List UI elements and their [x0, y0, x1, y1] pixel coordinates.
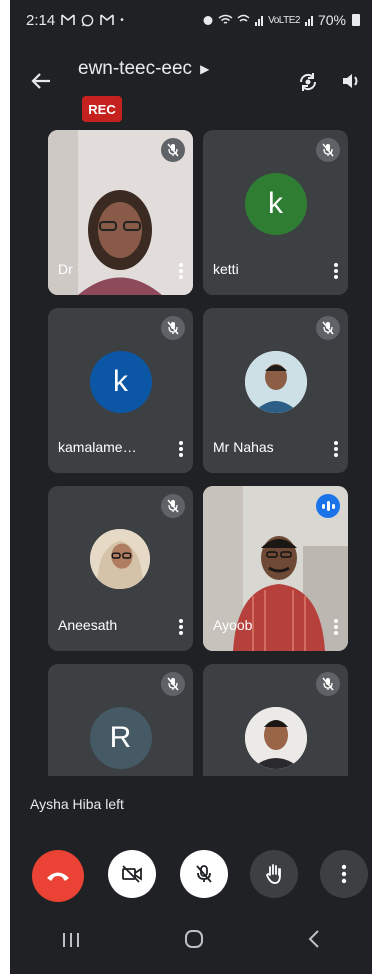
battery-percent: 70% [317, 12, 346, 28]
battery-icon [352, 14, 360, 26]
more-options-button[interactable] [320, 850, 368, 898]
participant-name: Mr Nahas [213, 439, 274, 455]
avatar [244, 350, 307, 413]
mic-off-icon [161, 672, 185, 696]
switch-camera-icon[interactable] [296, 70, 320, 94]
avatar: k [244, 172, 307, 235]
hang-up-icon [47, 872, 69, 881]
more-vert-icon[interactable] [177, 617, 185, 637]
mic-off-icon [196, 865, 212, 883]
participant-tile[interactable]: Aneesath [48, 486, 193, 651]
gmail-icon [100, 14, 115, 25]
more-vert-icon[interactable] [332, 261, 340, 281]
signal-icon [255, 16, 264, 26]
system-nav-bar [10, 910, 372, 974]
volte-label: VoLTE2 [268, 14, 300, 26]
phone-screen: 2:14 • VoLTE2 70% ewn-teec-eec ▶ REC Dr … [10, 0, 372, 974]
meeting-title[interactable]: ewn-teec-eec ▶ [78, 58, 209, 80]
gmail-icon [61, 14, 76, 25]
signal-icon [304, 16, 313, 26]
wifi-call-icon [237, 14, 250, 22]
participant-name: ketti [213, 261, 239, 277]
speaking-indicator-icon [316, 494, 340, 518]
participant-name: Ayoob [213, 617, 253, 633]
chevron-right-icon: ▶ [200, 62, 210, 76]
avatar [244, 706, 307, 769]
dot-icon: • [120, 14, 124, 26]
camera-toggle-button[interactable] [108, 850, 156, 898]
status-time: 2:14 [26, 11, 56, 29]
camera-off-icon [122, 865, 142, 883]
more-vert-icon[interactable] [177, 439, 185, 459]
participant-tile[interactable]: R [48, 664, 193, 776]
participant-tile[interactable]: Ayoob [203, 486, 348, 651]
speaker-icon[interactable] [340, 70, 364, 94]
avatar [89, 528, 150, 589]
participant-tile[interactable]: k kamalame… [48, 308, 193, 473]
whatsapp-icon [81, 14, 94, 26]
meeting-header: ewn-teec-eec ▶ REC [10, 40, 372, 130]
system-back-button[interactable] [307, 929, 321, 955]
home-button[interactable] [184, 929, 204, 955]
meeting-code: ewn-teec-eec [78, 58, 193, 79]
raise-hand-button[interactable] [250, 850, 298, 898]
recording-badge: REC [82, 96, 122, 122]
participant-name: Aneesath [58, 617, 118, 633]
participant-tile[interactable]: Dr [48, 130, 193, 295]
recent-apps-button[interactable] [61, 929, 81, 955]
participant-name: Dr [58, 261, 73, 277]
call-controls [10, 850, 372, 910]
back-arrow-icon[interactable] [30, 70, 52, 97]
participant-grid: Dr k ketti k kamalame… Mr Nahas Aneesath… [10, 128, 372, 776]
end-call-button[interactable] [32, 850, 84, 902]
participant-left-toast: Aysha Hiba left [30, 796, 124, 812]
more-vert-icon[interactable] [177, 261, 185, 281]
wifi-icon [218, 14, 233, 24]
mic-off-icon [316, 672, 340, 696]
participant-tile[interactable] [203, 664, 348, 776]
mic-toggle-button[interactable] [180, 850, 228, 898]
more-vert-icon [341, 864, 347, 884]
hand-icon [266, 864, 281, 884]
more-vert-icon[interactable] [332, 439, 340, 459]
more-vert-icon[interactable] [332, 617, 340, 637]
participant-name: kamalame… [58, 439, 137, 455]
mic-off-icon [161, 494, 185, 518]
participant-tile[interactable]: k ketti [203, 130, 348, 295]
mic-off-icon [161, 316, 185, 340]
avatar: k [89, 350, 152, 413]
status-bar: 2:14 • VoLTE2 70% [10, 0, 372, 40]
mic-off-icon [161, 138, 185, 162]
participant-tile[interactable]: Mr Nahas [203, 308, 348, 473]
mic-off-icon [316, 138, 340, 162]
mic-off-icon [316, 316, 340, 340]
avatar: R [89, 706, 152, 769]
alarm-icon [203, 16, 213, 25]
